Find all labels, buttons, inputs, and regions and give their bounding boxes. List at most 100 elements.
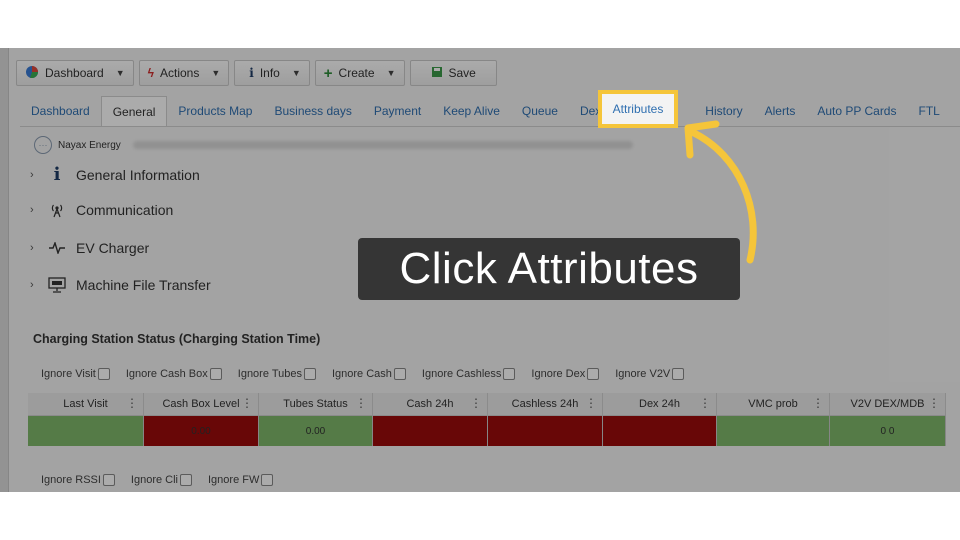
tab-auto-pp-cards[interactable]: Auto PP Cards — [806, 96, 907, 126]
column-header[interactable]: Last Visit ⋮ — [28, 393, 144, 416]
checkbox[interactable] — [261, 474, 274, 486]
table-cell — [603, 416, 717, 446]
ignore-v2v-toggle[interactable]: Ignore V2V — [615, 368, 685, 380]
ignore-label: Ignore RSSI — [41, 474, 101, 486]
column-header[interactable]: Cash 24h ⋮ — [373, 393, 488, 416]
left-edge-bar — [0, 48, 9, 492]
create-label: Create — [338, 66, 375, 80]
ignore-label: Ignore Cashless — [421, 368, 502, 380]
checkbox[interactable] — [303, 368, 316, 380]
column-header[interactable]: Dex 24h ⋮ — [603, 393, 717, 416]
chevron-right-icon: › — [30, 279, 34, 291]
section-communication[interactable]: › Communication — [30, 202, 173, 218]
checkbox[interactable] — [503, 368, 516, 380]
tab-dashboard[interactable]: Dashboard — [20, 96, 101, 126]
actions-dropdown[interactable]: ϟ Actions ▼ — [138, 60, 230, 86]
table-cell: 0.00 — [259, 416, 373, 446]
ignore-label: Ignore Cli — [130, 474, 178, 486]
ignore-cli-toggle[interactable]: Ignore Cli — [131, 474, 192, 486]
ignore-tubes-toggle[interactable]: Ignore Tubes — [238, 368, 316, 380]
column-header[interactable]: Cash Box Level ⋮ — [144, 393, 259, 416]
dashboard-label: Dashboard — [45, 66, 104, 80]
tab-ftl[interactable]: FTL — [907, 96, 950, 126]
column-menu-icon[interactable]: ⋮ — [241, 396, 253, 410]
dashboard-dropdown[interactable]: Dashboard ▼ — [16, 60, 134, 86]
chevron-right-icon: › — [30, 168, 34, 181]
ftp-monitor-icon — [48, 277, 66, 293]
ignore-fw-toggle[interactable]: Ignore FW — [208, 474, 274, 486]
checkbox[interactable] — [672, 368, 685, 380]
caret-down-icon: ▼ — [386, 68, 396, 78]
checkbox[interactable] — [209, 368, 222, 380]
ignore-label: Ignore Dex — [531, 368, 586, 380]
info-icon: i — [53, 164, 61, 185]
tab-products-map[interactable]: Products Map — [167, 96, 263, 126]
column-header[interactable]: Tubes Status ⋮ — [259, 393, 373, 416]
status-grid: Last Visit ⋮ Cash Box Level ⋮ Tubes Status… — [28, 393, 960, 446]
tab-queue[interactable]: Queue — [511, 96, 569, 126]
caret-down-icon: ▼ — [291, 68, 301, 78]
checkbox[interactable] — [587, 368, 600, 380]
ignore-label: Ignore Cash — [331, 368, 392, 380]
ignore-rssi-toggle[interactable]: Ignore RSSI — [41, 474, 115, 486]
column-menu-icon[interactable]: ⋮ — [699, 396, 711, 410]
column-label: Dex 24h — [639, 398, 680, 410]
column-label: VMC prob — [748, 398, 798, 410]
ignore-dex-toggle[interactable]: Ignore Dex — [531, 368, 600, 380]
tab-keep-alive[interactable]: Keep Alive — [432, 96, 511, 126]
pulse-icon — [48, 242, 66, 254]
column-header[interactable]: Cashless 24h ⋮ — [488, 393, 603, 416]
ignore-label: Ignore Cash Box — [125, 368, 208, 380]
tab-attributes[interactable]: Attributes — [598, 90, 678, 128]
ignore-cash-toggle[interactable]: Ignore Cash — [332, 368, 406, 380]
section-general-information[interactable]: › i General Information — [30, 164, 200, 185]
ignore-filters-row-1: Ignore Visit Ignore Cash Box Ignore Tube… — [41, 368, 685, 380]
checkbox[interactable] — [393, 368, 406, 380]
column-menu-icon[interactable]: ⋮ — [355, 396, 367, 410]
table-cell — [373, 416, 488, 446]
section-machine-file-transfer[interactable]: › Machine File Transfer — [30, 277, 211, 293]
column-menu-icon[interactable]: ⋮ — [470, 396, 482, 410]
checkbox[interactable] — [97, 368, 110, 380]
column-header[interactable]: VMC prob ⋮ — [717, 393, 830, 416]
ignore-visit-toggle[interactable]: Ignore Visit — [41, 368, 110, 380]
column-header[interactable]: V2V DEX/MDB ⋮ — [830, 393, 946, 416]
column-label: V2V DEX/MDB — [850, 398, 925, 410]
table-cell: 0 0 — [830, 416, 946, 446]
save-button[interactable]: Save — [409, 60, 497, 86]
column-menu-icon[interactable]: ⋮ — [812, 396, 824, 410]
table-cell — [28, 416, 144, 446]
tab-business-days[interactable]: Business days — [263, 96, 362, 126]
ignore-label: Ignore Tubes — [237, 368, 302, 380]
info-dropdown[interactable]: i Info ▼ — [234, 60, 310, 86]
table-cell — [488, 416, 603, 446]
pie-chart-icon — [25, 65, 39, 82]
tab-payment[interactable]: Payment — [363, 96, 432, 126]
section-label: General Information — [76, 166, 200, 183]
ignore-cashless-toggle[interactable]: Ignore Cashless — [422, 368, 516, 380]
create-dropdown[interactable]: + Create ▼ — [314, 60, 405, 86]
table-row: 0.00 0.00 0 0 — [28, 416, 960, 446]
toolbar: Dashboard ▼ ϟ Actions ▼ i Info ▼ + Creat… — [16, 60, 497, 86]
column-menu-icon[interactable]: ⋮ — [585, 396, 597, 410]
lightning-icon: ϟ — [147, 66, 154, 80]
instruction-callout: Click Attributes — [358, 238, 740, 300]
checkbox[interactable] — [102, 474, 115, 486]
status-title: Charging Station Status (Charging Statio… — [33, 332, 321, 346]
column-menu-icon[interactable]: ⋮ — [928, 396, 940, 410]
chevron-right-icon: › — [30, 204, 34, 216]
section-label: Machine File Transfer — [76, 277, 211, 293]
column-label: Cash Box Level — [162, 398, 240, 410]
column-menu-icon[interactable]: ⋮ — [126, 396, 138, 410]
column-label: Last Visit — [63, 398, 108, 410]
info-icon: i — [249, 66, 254, 80]
more-icon[interactable]: ··· — [34, 136, 52, 154]
save-label: Save — [448, 66, 476, 80]
machine-header: ··· Nayax Energy — [34, 136, 633, 154]
caret-down-icon: ▼ — [115, 68, 125, 78]
tab-general[interactable]: General — [100, 96, 168, 126]
section-ev-charger[interactable]: › EV Charger — [30, 240, 149, 256]
antenna-icon — [48, 202, 66, 218]
ignore-cash-box-toggle[interactable]: Ignore Cash Box — [126, 368, 222, 380]
checkbox[interactable] — [180, 474, 192, 486]
